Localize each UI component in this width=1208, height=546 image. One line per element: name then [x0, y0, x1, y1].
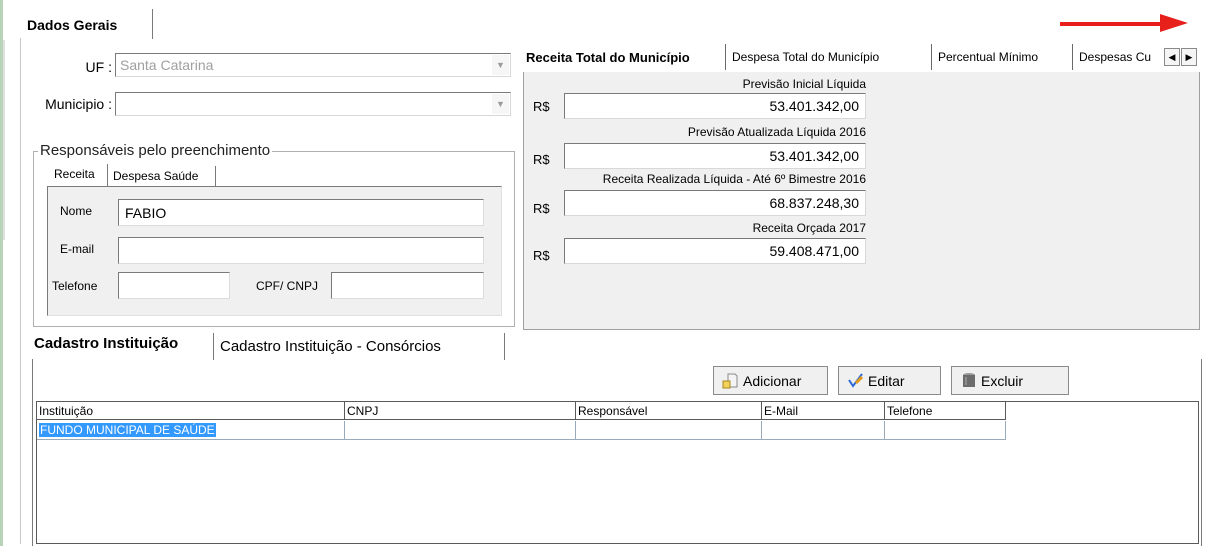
- receita-orcada-field[interactable]: 59.408.471,00: [564, 238, 866, 264]
- dropdown-arrow-icon[interactable]: ▼: [492, 55, 509, 75]
- edit-pencil-icon: [848, 373, 864, 388]
- tab-cadastro-instituicao[interactable]: Cadastro Instituição: [34, 335, 178, 352]
- email-field[interactable]: [118, 237, 484, 264]
- tab-receita-total[interactable]: Receita Total do Município: [521, 44, 726, 70]
- tab-despesa-total[interactable]: Despesa Total do Município: [727, 44, 932, 70]
- responsaveis-title: Responsáveis pelo preenchimento: [38, 142, 273, 159]
- previsao-inicial-field[interactable]: 53.401.342,00: [564, 93, 866, 119]
- edit-button-label: Editar: [868, 372, 905, 389]
- add-button-label: Adicionar: [743, 372, 802, 389]
- delete-button[interactable]: Excluir: [951, 366, 1069, 395]
- email-label: E-mail: [60, 242, 95, 256]
- table-cell-responsavel[interactable]: [576, 421, 762, 440]
- caption-receita-orcada: Receita Orçada 2017: [752, 221, 866, 235]
- cpf-cnpj-field[interactable]: [331, 272, 484, 299]
- table-cell-email[interactable]: [762, 421, 885, 440]
- tab-despesa-saude[interactable]: Despesa Saúde: [109, 166, 216, 188]
- scroll-right-icon[interactable]: ▶: [1181, 48, 1197, 66]
- table-cell-instituicao[interactable]: FUNDO MUNICIPAL DE SAÚDE: [37, 421, 345, 440]
- tab-dados-gerais[interactable]: Dados Gerais: [20, 9, 153, 39]
- telefone-label: Telefone: [52, 279, 98, 293]
- currency-label: R$: [533, 201, 550, 216]
- nome-label: Nome: [60, 204, 93, 218]
- dropdown-arrow-icon[interactable]: ▼: [492, 94, 509, 114]
- nome-field[interactable]: FABIO: [118, 199, 484, 226]
- add-document-icon: [722, 373, 738, 389]
- uf-label: UF :: [85, 59, 112, 75]
- telefone-field[interactable]: [118, 272, 230, 299]
- edit-button[interactable]: Editar: [838, 366, 941, 395]
- municipio-label: Municipio :: [45, 96, 112, 112]
- table-cell-telefone[interactable]: [885, 421, 1006, 440]
- municipio-select[interactable]: ▼: [115, 92, 511, 116]
- column-header-telefone[interactable]: Telefone: [885, 402, 1006, 420]
- left-edge-strip-2: [3, 40, 5, 240]
- uf-select[interactable]: Santa Catarina ▼: [115, 53, 511, 77]
- column-header-cnpj[interactable]: CNPJ: [345, 402, 576, 420]
- table-cell-cnpj[interactable]: [345, 421, 576, 440]
- add-button[interactable]: Adicionar: [713, 366, 828, 395]
- currency-label: R$: [533, 99, 550, 114]
- scroll-left-icon[interactable]: ◀: [1164, 48, 1180, 66]
- delete-button-label: Excluir: [981, 372, 1024, 389]
- currency-label: R$: [533, 152, 550, 167]
- tab-despesas-cu[interactable]: Despesas Cu: [1074, 44, 1169, 70]
- trash-icon: [963, 373, 975, 387]
- tab-receita[interactable]: Receita: [50, 164, 108, 186]
- table-cell-instituicao-text: FUNDO MUNICIPAL DE SAÚDE: [39, 423, 216, 437]
- column-header-email[interactable]: E-Mail: [762, 402, 885, 420]
- column-header-instituicao[interactable]: Instituição: [37, 402, 345, 420]
- tab-percentual-minimo[interactable]: Percentual Mínimo: [933, 44, 1073, 70]
- caption-previsao-inicial: Previsão Inicial Líquida: [742, 77, 866, 91]
- column-header-responsavel[interactable]: Responsável: [576, 402, 762, 420]
- previsao-atualizada-field[interactable]: 53.401.342,00: [564, 143, 866, 169]
- receita-tabbar: Receita Total do Município Despesa Total…: [521, 44, 1202, 72]
- red-arrow-icon: [1060, 14, 1188, 32]
- uf-value: Santa Catarina: [120, 57, 214, 73]
- receita-realizada-field[interactable]: 68.837.248,30: [564, 190, 866, 216]
- caption-previsao-atualizada: Previsão Atualizada Líquida 2016: [687, 125, 866, 139]
- caption-receita-realizada: Receita Realizada Líquida - Até 6º Bimes…: [602, 172, 866, 186]
- instituicao-grid[interactable]: Instituição CNPJ Responsável E-Mail Tele…: [36, 401, 1199, 544]
- cpf-cnpj-label: CPF/ CNPJ: [256, 279, 319, 293]
- currency-label: R$: [533, 248, 550, 263]
- tab-cadastro-consorcios[interactable]: Cadastro Instituição - Consórcios: [213, 333, 505, 360]
